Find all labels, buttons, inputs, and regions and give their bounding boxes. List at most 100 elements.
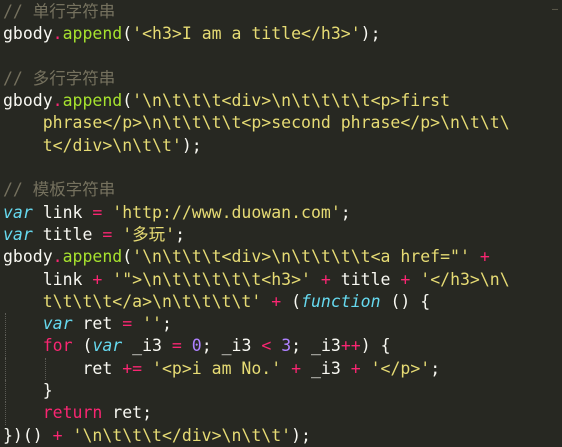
code-token: '">\n\t\t\t\t\t<h3>' (112, 269, 311, 289)
code-token: append (62, 24, 123, 44)
code-token: ( (72, 336, 93, 356)
code-token: // 模板字符串 (3, 180, 116, 200)
code-line: ret += '<p>i am No.' + _i3 + '</p>'; (3, 357, 562, 381)
code-token: . (52, 91, 63, 111)
code-token: '<p>i am No.' (152, 358, 282, 378)
code-editor[interactable]: // 单行字符串 gbody.append('<h3>I am a title</… (3, 0, 562, 447)
code-line: t\t\t\t</a>\n\t\t\t\t' + (function () { (3, 291, 562, 313)
code-token: 3 (281, 336, 292, 356)
code-token: 'http://www.duowan.com' (112, 202, 341, 222)
code-token: '<h3>I am a title</h3>' (132, 24, 361, 44)
code-line: var link = 'http://www.duowan.com'; (3, 202, 562, 224)
code-token: ); (360, 24, 381, 44)
code-token: = (92, 202, 103, 222)
code-token: // 多行字符串 (3, 68, 116, 88)
code-token: title (330, 269, 401, 289)
code-token: })() (3, 425, 53, 445)
code-token: ; _i3 (291, 336, 341, 356)
code-token: + (92, 269, 103, 289)
code-token: '\n\t\t\t</div>\n\t\t' (72, 425, 292, 445)
code-token: ; (430, 358, 441, 378)
code-token: _i3 (122, 336, 172, 356)
code-line: gbody.append('<h3>I am a title</h3>'); (3, 23, 562, 45)
code-token: += (122, 358, 143, 378)
code-token: for (42, 336, 73, 356)
code-token: + (479, 247, 490, 267)
code-token: gbody (3, 247, 53, 267)
code-line: return ret; (3, 402, 562, 425)
code-token: var (3, 224, 33, 244)
code-token: + (271, 291, 282, 311)
code-token: ( (281, 291, 302, 311)
code-token: ; (340, 202, 351, 222)
code-token: + (52, 425, 63, 445)
code-token: ret (72, 314, 123, 334)
code-line: link + '">\n\t\t\t\t\t<h3>' + title + '<… (3, 269, 562, 291)
code-token: append (62, 91, 123, 111)
code-line: t</div>\n\t\t'); (3, 135, 562, 157)
indent-guide (5, 380, 6, 403)
code-token: ret; (102, 403, 153, 423)
code-token: ); (181, 135, 202, 155)
code-token: function (301, 291, 381, 311)
code-token: t\t\t\t</a>\n\t\t\t\t' (3, 291, 262, 311)
code-token: append (62, 247, 123, 267)
code-token: ; _i3 (201, 336, 262, 356)
code-token: ) { (360, 336, 391, 356)
code-token: ( (122, 91, 133, 111)
indent-guide (5, 335, 6, 358)
code-token: = (171, 336, 182, 356)
code-line: gbody.append('\n\t\t\t<div>\n\t\t\t\t<p>… (3, 90, 562, 112)
code-line: // 单行字符串 (3, 1, 562, 23)
code-token: ( (122, 247, 133, 267)
code-token: ; (161, 314, 172, 334)
code-token: ret (3, 358, 123, 378)
code-token: t</div>\n\t\t' (3, 135, 182, 155)
indent-guide (5, 313, 6, 336)
code-token: '\n\t\t\t<div>\n\t\t\t\t<p>first (132, 91, 451, 111)
code-line: phrase</p>\n\t\t\t\t<p>second phrase</p>… (3, 112, 562, 134)
code-token: title (32, 224, 103, 244)
code-line: } (3, 380, 562, 403)
code-token: '</p>' (370, 358, 431, 378)
code-token: gbody (3, 91, 53, 111)
code-token: phrase</p>\n\t\t\t\t<p>second phrase</p>… (3, 113, 510, 133)
code-area[interactable]: // 单行字符串 gbody.append('<h3>I am a title</… (3, 1, 562, 447)
code-token: 0 (191, 336, 202, 356)
code-line: })() + '\n\t\t\t</div>\n\t\t'); (3, 425, 562, 447)
code-token: '\n\t\t\t<div>\n\t\t\t\t<a href="' (132, 247, 470, 267)
code-token: } (3, 381, 53, 401)
minimap-marker: — (551, 4, 558, 15)
code-token: = (102, 224, 113, 244)
code-token: '' (142, 314, 162, 334)
code-token: link (32, 202, 93, 222)
code-token: var (92, 336, 123, 356)
code-token: link (3, 269, 93, 289)
indent-guide (5, 402, 6, 425)
code-token: ( (122, 24, 133, 44)
code-token: () { (380, 291, 431, 311)
code-token: + (291, 358, 302, 378)
code-line: gbody.append('\n\t\t\t<div>\n\t\t\t\t<a … (3, 246, 562, 268)
code-line: var title = '多玩'; (3, 224, 562, 246)
code-token: < (261, 336, 272, 356)
code-token: ++ (340, 336, 361, 356)
code-token: // 单行字符串 (3, 2, 116, 21)
indent-guide (5, 357, 6, 381)
code-token: + (320, 269, 331, 289)
code-token: '多玩' (122, 224, 176, 244)
code-token: = (122, 314, 133, 334)
code-token: var (3, 202, 33, 222)
